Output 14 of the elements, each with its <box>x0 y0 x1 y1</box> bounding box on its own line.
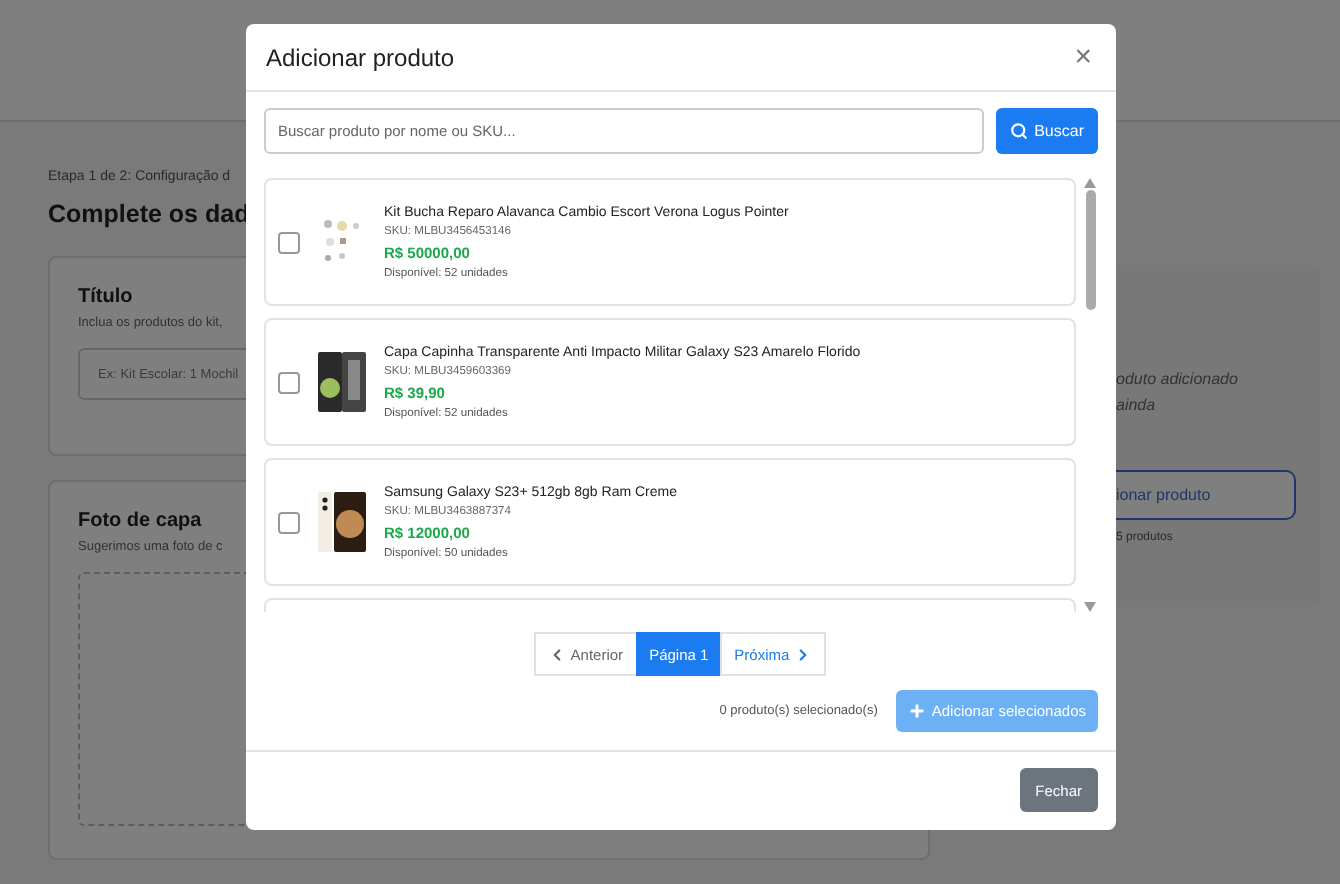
checkbox[interactable] <box>278 231 300 253</box>
plus-icon <box>907 702 926 720</box>
scrollbar-thumb[interactable] <box>1085 190 1095 310</box>
scroll-down-icon[interactable] <box>1084 602 1096 612</box>
close-button[interactable]: × <box>1070 42 1096 72</box>
modal-title: Adicionar produto <box>266 43 455 71</box>
card-title: Foto de capa <box>78 510 202 532</box>
checkbox[interactable] <box>278 511 300 533</box>
search-icon <box>1010 122 1029 140</box>
card-title: Título <box>78 286 133 308</box>
empty-message: oduto adicionado <box>1116 368 1240 392</box>
search-button[interactable]: Buscar <box>996 108 1098 154</box>
empty-message: ainda <box>1116 394 1158 418</box>
checkbox[interactable] <box>278 371 300 393</box>
